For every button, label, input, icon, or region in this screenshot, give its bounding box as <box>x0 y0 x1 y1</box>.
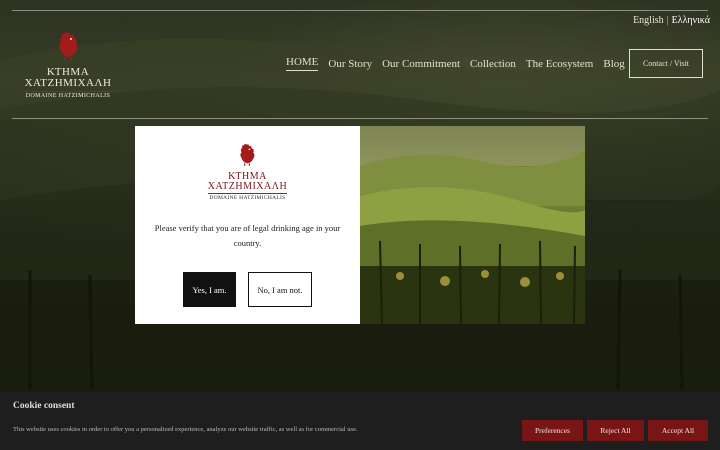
logo-line-2: ΧΑΤΖΗΜΙΧΑΛΗ <box>24 77 112 89</box>
age-verify-message: Please verify that you are of legal drin… <box>154 223 341 248</box>
cookie-title: Cookie consent <box>13 401 75 411</box>
modal-logo-line-3: DOMAINE HATZIMICHALIS <box>207 193 288 201</box>
lang-separator: | <box>666 15 669 26</box>
age-yes-button[interactable]: Yes, I am. <box>183 272 236 307</box>
nav-item-collection[interactable]: Collection <box>470 58 516 70</box>
age-verification-modal: ΚΤΗΜΑ ΧΑΤΖΗΜΙΧΑΛΗ DOMAINE HATZIMICHALIS … <box>135 126 585 324</box>
language-switcher: English | Ελληνικά <box>633 15 710 26</box>
cookie-consent-bar: Cookie consent This website uses cookies… <box>0 392 720 450</box>
cookie-text: This website uses cookies in order to of… <box>13 426 358 433</box>
nav-item-blog[interactable]: Blog <box>603 58 624 70</box>
rooster-icon <box>59 32 78 60</box>
modal-vineyard-image <box>360 126 585 324</box>
nav-item-ecosystem[interactable]: The Ecosystem <box>526 58 594 70</box>
vineyard-photo <box>360 126 585 324</box>
cookie-preferences-button[interactable]: Preferences <box>522 420 583 441</box>
lang-greek-link[interactable]: Ελληνικά <box>672 15 710 26</box>
cookie-accept-button[interactable]: Accept All <box>648 420 708 441</box>
modal-buttons: Yes, I am. No, I am not. <box>183 272 312 307</box>
lang-english-link[interactable]: English <box>633 15 664 26</box>
nav-item-our-story[interactable]: Our Story <box>328 58 372 70</box>
modal-content-panel: ΚΤΗΜΑ ΧΑΤΖΗΜΙΧΑΛΗ DOMAINE HATZIMICHALIS … <box>135 126 360 324</box>
cookie-reject-button[interactable]: Reject All <box>587 420 644 441</box>
header-bottom-divider <box>12 118 708 119</box>
nav-item-our-commitment[interactable]: Our Commitment <box>382 58 460 70</box>
header-top-divider <box>12 10 708 11</box>
nav-item-home[interactable]: HOME <box>286 56 319 71</box>
main-nav: HOME Our Story Our Commitment Collection… <box>286 56 625 71</box>
contact-visit-button[interactable]: Contact / Visit <box>629 49 703 78</box>
modal-logo-line-2: ΧΑΤΖΗΜΙΧΑΛΗ <box>207 181 288 192</box>
rooster-icon <box>240 143 255 166</box>
age-no-button[interactable]: No, I am not. <box>248 272 312 307</box>
site-logo[interactable]: ΚΤΗΜΑ ΧΑΤΖΗΜΙΧΑΛΗ DOMAINE HATZIMICHALIS <box>22 30 114 99</box>
modal-logo: ΚΤΗΜΑ ΧΑΤΖΗΜΙΧΑΛΗ DOMAINE HATZIMICHALIS <box>207 142 288 201</box>
logo-line-3: DOMAINE HATZIMICHALIS <box>22 91 114 99</box>
